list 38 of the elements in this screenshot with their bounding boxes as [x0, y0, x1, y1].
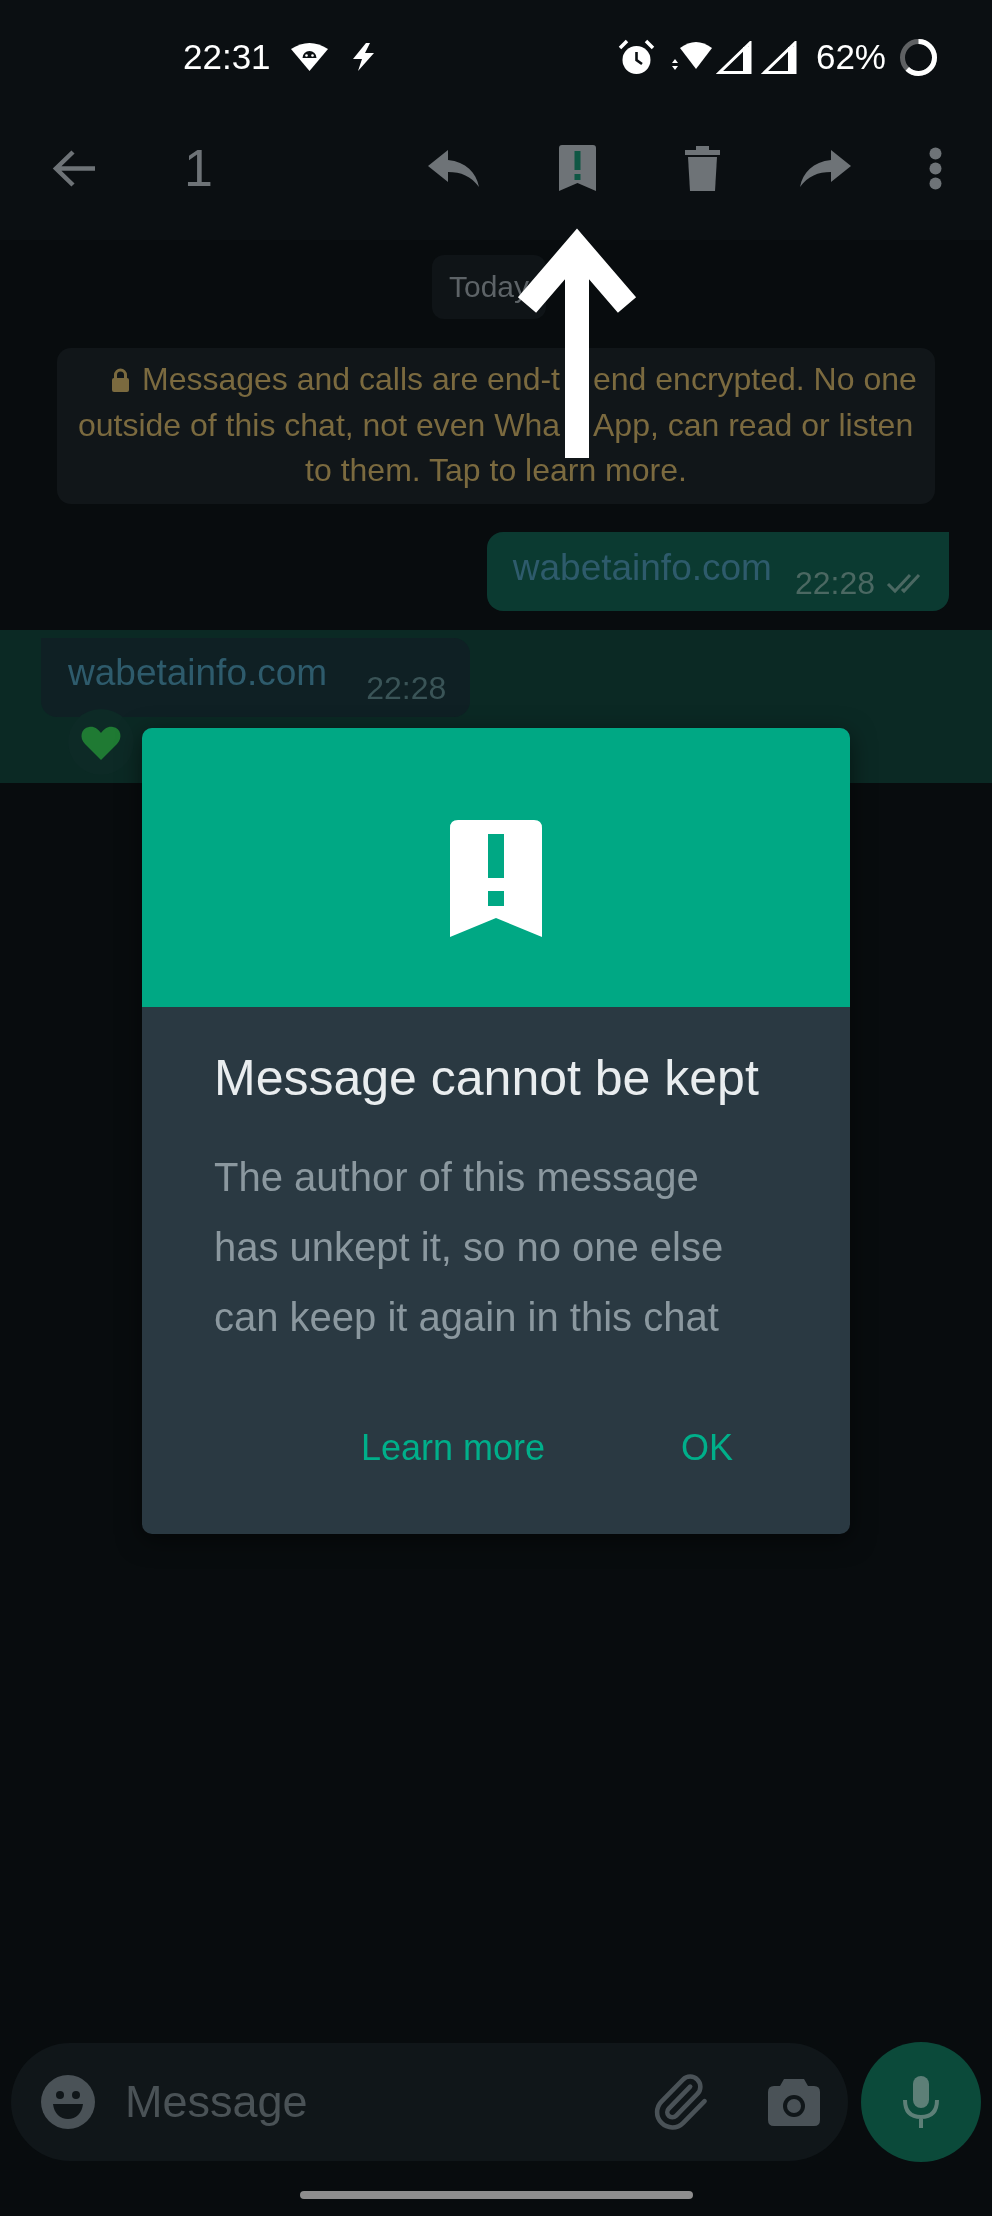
- signal-icon: [760, 40, 797, 74]
- curved-arrow-left-icon[interactable]: [427, 149, 479, 187]
- lock-icon: [111, 367, 130, 392]
- message-link[interactable]: wabetainfo.com: [68, 650, 328, 695]
- more-vertical-icon[interactable]: [928, 146, 942, 190]
- bookmark-exclamation-icon[interactable]: [558, 145, 596, 191]
- emoji-icon[interactable]: [41, 2075, 95, 2129]
- encryption-notice-text: end encrypted. No one: [593, 360, 917, 399]
- selected-count: 1: [184, 138, 213, 198]
- battery-percentage: 62%: [815, 37, 886, 77]
- arrow-left-icon[interactable]: [51, 147, 95, 189]
- bookmark-exclamation-icon: [450, 820, 542, 937]
- dialog-button[interactable]: OK: [669, 1410, 745, 1486]
- alarm-clock-icon: [617, 39, 655, 75]
- outgoing-message-bubble[interactable]: wabetainfo.com 22:28: [486, 531, 949, 611]
- trash-icon[interactable]: [684, 145, 720, 191]
- message-link[interactable]: wabetainfo.com: [512, 545, 772, 590]
- encryption-notice-text: to them. Tap to learn more.: [305, 451, 687, 490]
- signal-icon: [715, 40, 752, 74]
- dialog-button[interactable]: Learn more: [348, 1410, 557, 1486]
- wifi-robot-icon: [290, 43, 328, 71]
- encryption-notice[interactable]: Messages and calls are end-t end encrypted. No one outside of this chat, not even Wha App, can read or listen to them. Tap to learn more.: [57, 348, 935, 504]
- message-time: 22:28: [794, 565, 875, 600]
- message-field[interactable]: Message: [11, 2043, 848, 2161]
- dialog-message: The author of this message has unkept it, so no one else can keep it again in this chat: [214, 1154, 725, 1341]
- date-chip: Today: [431, 255, 547, 319]
- status-time: 22:31: [183, 37, 271, 77]
- encryption-notice-text: outside of this chat, not even Wha: [77, 405, 560, 445]
- encryption-notice-text: App, can read or listen: [593, 405, 914, 445]
- microphone-icon: [901, 2076, 941, 2128]
- curved-arrow-right-icon[interactable]: [799, 149, 851, 187]
- lightning-icon: [350, 43, 376, 71]
- message-input[interactable]: Message: [125, 2074, 632, 2130]
- dialog-title: Message cannot be kept: [214, 1049, 760, 1108]
- encryption-notice-text: Messages and calls are end-t: [142, 360, 560, 399]
- battery-ring-icon: [899, 37, 938, 77]
- camera-icon[interactable]: [768, 2078, 820, 2126]
- paperclip-icon[interactable]: [652, 2074, 708, 2130]
